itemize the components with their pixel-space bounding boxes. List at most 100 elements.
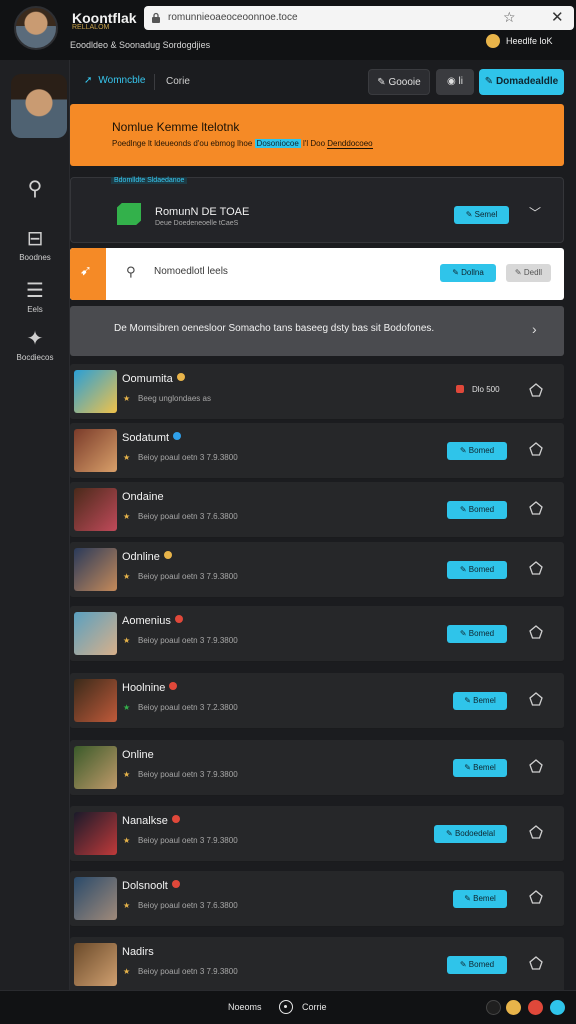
favorite-icon[interactable] xyxy=(528,889,544,905)
pencil-icon: ✎ xyxy=(464,696,474,705)
pencil-icon: ✎ xyxy=(464,763,474,772)
sidebar-item-eels[interactable]: ☰ Eels xyxy=(0,280,70,314)
bookmark-star-icon[interactable]: ☆ xyxy=(503,9,516,26)
footer-link-right[interactable]: Corrie xyxy=(302,1002,327,1012)
player-action-button[interactable]: ✎ Bemel xyxy=(453,890,507,908)
player-row[interactable]: Nanalkse ★ Beioy poaul oetn 3 7.9.3800 ✎ Bo… xyxy=(70,806,564,862)
pencil-icon: ✎ xyxy=(452,268,462,277)
player-action-button[interactable]: ✎ Bemel xyxy=(453,692,507,710)
player-meta: Beioy poaul oetn 3 7.9.3800 xyxy=(138,453,238,462)
star-icon: ★ xyxy=(123,572,131,581)
header-button-primary[interactable]: ✎ Domadealdle xyxy=(479,69,564,95)
player-avatar[interactable] xyxy=(74,488,117,531)
game-action-button[interactable]: ✎ Semel xyxy=(454,206,509,224)
game-logo-icon xyxy=(117,203,141,225)
status-dot-icon xyxy=(163,551,172,559)
player-avatar[interactable] xyxy=(74,370,117,413)
player-avatar[interactable] xyxy=(74,548,117,591)
player-meta: Beioy poaul oetn 3 7.9.3800 xyxy=(138,770,238,779)
player-row[interactable]: Ondaine ★ Beioy poaul oetn 3 7.6.3800 ✎ Bom… xyxy=(70,482,564,538)
pencil-icon: ✎ xyxy=(484,76,496,87)
player-meta: Beioy poaul oetn 3 7.2.3800 xyxy=(138,703,238,712)
info-icon[interactable] xyxy=(550,1000,565,1015)
player-action-button[interactable]: ✎ Bomed xyxy=(447,625,507,643)
favorite-icon[interactable] xyxy=(528,441,544,457)
player-row[interactable]: Oomumita ★ Beeg unglondaes as Dlo 500 xyxy=(70,364,564,420)
pencil-icon: ✎ xyxy=(459,960,469,969)
user-avatar[interactable] xyxy=(14,6,58,50)
banner-highlight[interactable]: Dosoniocoe xyxy=(254,139,301,148)
player-action-button[interactable]: ✎ Bomed xyxy=(447,561,507,579)
favorite-icon[interactable] xyxy=(528,624,544,640)
notice-text: Nomoedlotl leels xyxy=(154,266,228,277)
player-action-button[interactable]: ✎ Bomed xyxy=(447,442,507,460)
notice-secondary-button[interactable]: ✎ Dedll xyxy=(506,264,551,282)
player-avatar[interactable] xyxy=(74,877,117,920)
header-button-secondary[interactable]: ✎ Goooie xyxy=(368,69,430,95)
player-row[interactable]: Odnline ★ Beioy poaul oetn 3 7.9.3800 ✎ Bom… xyxy=(70,542,564,598)
player-action-button[interactable]: ✎ Bomed xyxy=(447,956,507,974)
close-icon[interactable]: ✕ xyxy=(551,8,564,26)
address-bar[interactable]: romunnieoaeoceoonnoe.toce ☆ ✕ xyxy=(144,6,574,30)
promo-bar[interactable]: De Momsibren oenesloor Somacho tans base… xyxy=(70,306,564,356)
player-row[interactable]: Online ★ Beioy poaul oetn 3 7.9.3800 ✎ Beme… xyxy=(70,740,564,796)
pencil-icon: ✎ xyxy=(465,210,475,219)
notice-primary-button[interactable]: ✎ Dollna xyxy=(440,264,496,282)
favorite-icon[interactable] xyxy=(528,691,544,707)
chevron-down-icon[interactable]: ﹀ xyxy=(529,204,541,221)
address-url[interactable]: romunnieoaeoceoonnoe.toce xyxy=(168,12,298,23)
player-row[interactable]: Hoolnine ★ Beioy poaul oetn 3 7.2.3800 ✎ Be… xyxy=(70,673,564,729)
favorite-icon[interactable] xyxy=(528,824,544,840)
star-icon: ★ xyxy=(123,394,131,403)
player-name: Dolsnoolt xyxy=(122,880,180,892)
game-subtitle: Deue Doedeneoelle tCaeS xyxy=(155,220,239,227)
player-avatar[interactable] xyxy=(74,429,117,472)
tab-active[interactable]: ➚ Womncble xyxy=(84,75,145,86)
player-meta: Beioy poaul oetn 3 7.9.3800 xyxy=(138,967,238,976)
player-name: Oomumita xyxy=(122,373,185,385)
alert-icon[interactable] xyxy=(528,1000,543,1015)
star-icon: ★ xyxy=(123,636,131,645)
footer-link-left[interactable]: Noeoms xyxy=(228,1002,262,1012)
player-meta: Beeg unglondaes as xyxy=(138,394,211,403)
tab-corie[interactable]: Corie xyxy=(166,76,190,87)
favorite-icon[interactable] xyxy=(528,382,544,398)
player-avatar[interactable] xyxy=(74,612,117,655)
favorite-icon[interactable] xyxy=(528,560,544,576)
player-action-button[interactable]: ✎ Bomed xyxy=(447,501,507,519)
sidebar-item-rocket[interactable]: ⚲ xyxy=(0,178,70,200)
banner-subtitle: Poedlnge lt ldeueonds d'ou ebmog lhoe Do… xyxy=(112,139,373,149)
sidebar-item-label: Boodnes xyxy=(19,253,51,262)
player-name: Nadirs xyxy=(122,946,154,958)
favorite-icon[interactable] xyxy=(528,758,544,774)
player-avatar[interactable] xyxy=(74,943,117,986)
filter-icon: ⚲ xyxy=(126,264,136,279)
player-row[interactable]: Sodatumt ★ Beioy poaul oetn 3 7.9.3800 ✎ Bo… xyxy=(70,423,564,479)
player-row[interactable]: Nadirs ★ Beioy poaul oetn 3 7.9.3800 ✎ Bome… xyxy=(70,937,564,993)
game-card[interactable]: Bdomlldte Sldaedanoe RomunN DE TOAE Deue… xyxy=(70,177,564,243)
player-count: Dlo 500 xyxy=(456,385,500,394)
sidebar-item-boodnes[interactable]: ⊟ Boodnes xyxy=(0,228,70,262)
record-icon[interactable] xyxy=(279,1000,293,1014)
player-meta: Beioy poaul oetn 3 7.9.3800 xyxy=(138,636,238,645)
share-icon[interactable] xyxy=(486,1000,501,1015)
star-icon: ★ xyxy=(123,703,131,712)
player-row[interactable]: Dolsnoolt ★ Beioy poaul oetn 3 7.6.3800 ✎ B… xyxy=(70,871,564,927)
player-action-button[interactable]: ✎ Bemel xyxy=(453,759,507,777)
player-row[interactable]: Aomenius ★ Beioy poaul oetn 3 7.9.3800 ✎ Bo… xyxy=(70,606,564,662)
emoji-icon[interactable] xyxy=(506,1000,521,1015)
player-avatar[interactable] xyxy=(74,746,117,789)
notice-accent: ➹ xyxy=(70,248,106,300)
sidebar-avatar[interactable] xyxy=(11,74,67,138)
player-avatar[interactable] xyxy=(74,679,117,722)
header-button-toggle[interactable]: ◉ li xyxy=(436,69,474,95)
favorite-icon[interactable] xyxy=(528,955,544,971)
lock-icon xyxy=(152,12,160,23)
favorite-icon[interactable] xyxy=(528,500,544,516)
sidebar-item-bocdiecos[interactable]: ✦ Bocdiecos xyxy=(0,328,70,362)
banner-link[interactable]: Denddocoeo xyxy=(327,139,373,149)
player-action-button[interactable]: ✎ Bodoedelal xyxy=(434,825,507,843)
player-avatar[interactable] xyxy=(74,812,117,855)
sidebar-item-label: Bocdiecos xyxy=(16,353,54,362)
chevron-right-icon[interactable]: › xyxy=(532,321,537,337)
